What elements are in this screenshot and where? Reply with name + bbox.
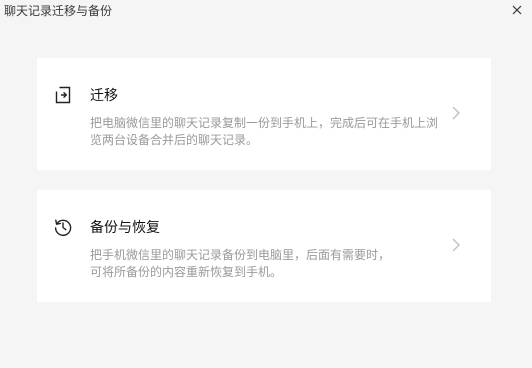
migrate-description: 把电脑微信里的聊天记录复制一份到手机上，完成后可在手机上浏 览两台设备合并后的聊…	[90, 115, 450, 149]
close-button[interactable]	[510, 3, 524, 17]
backup-restore-card[interactable]: 备份与恢复 把手机微信里的聊天记录备份到电脑里，后面有需要时， 可将所备份的内容…	[37, 190, 491, 302]
backup-restore-description-line: 把手机微信里的聊天记录备份到电脑里，后面有需要时，	[90, 248, 391, 262]
history-clock-icon	[54, 219, 72, 237]
chevron-right-icon	[452, 238, 461, 252]
migrate-icon	[55, 86, 71, 104]
backup-restore-description: 把手机微信里的聊天记录备份到电脑里，后面有需要时， 可将所备份的内容重新恢复到手…	[90, 247, 450, 281]
backup-restore-title: 备份与恢复	[90, 220, 160, 236]
close-icon	[512, 5, 522, 15]
migrate-description-line: 把电脑微信里的聊天记录复制一份到手机上，完成后可在手机上浏	[90, 116, 439, 130]
migrate-title: 迁移	[90, 88, 118, 104]
migrate-card[interactable]: 迁移 把电脑微信里的聊天记录复制一份到手机上，完成后可在手机上浏 览两台设备合并…	[37, 58, 491, 170]
chevron-right-icon	[452, 106, 461, 120]
window-title: 聊天记录迁移与备份	[4, 4, 113, 18]
chat-history-window: 聊天记录迁移与备份 迁移 把电脑微信里的聊天记录复制一份到手机上，完成后可在手机…	[0, 0, 532, 368]
migrate-description-line: 览两台设备合并后的聊天记录。	[90, 133, 259, 147]
backup-restore-description-line: 可将所备份的内容重新恢复到手机。	[90, 265, 283, 279]
